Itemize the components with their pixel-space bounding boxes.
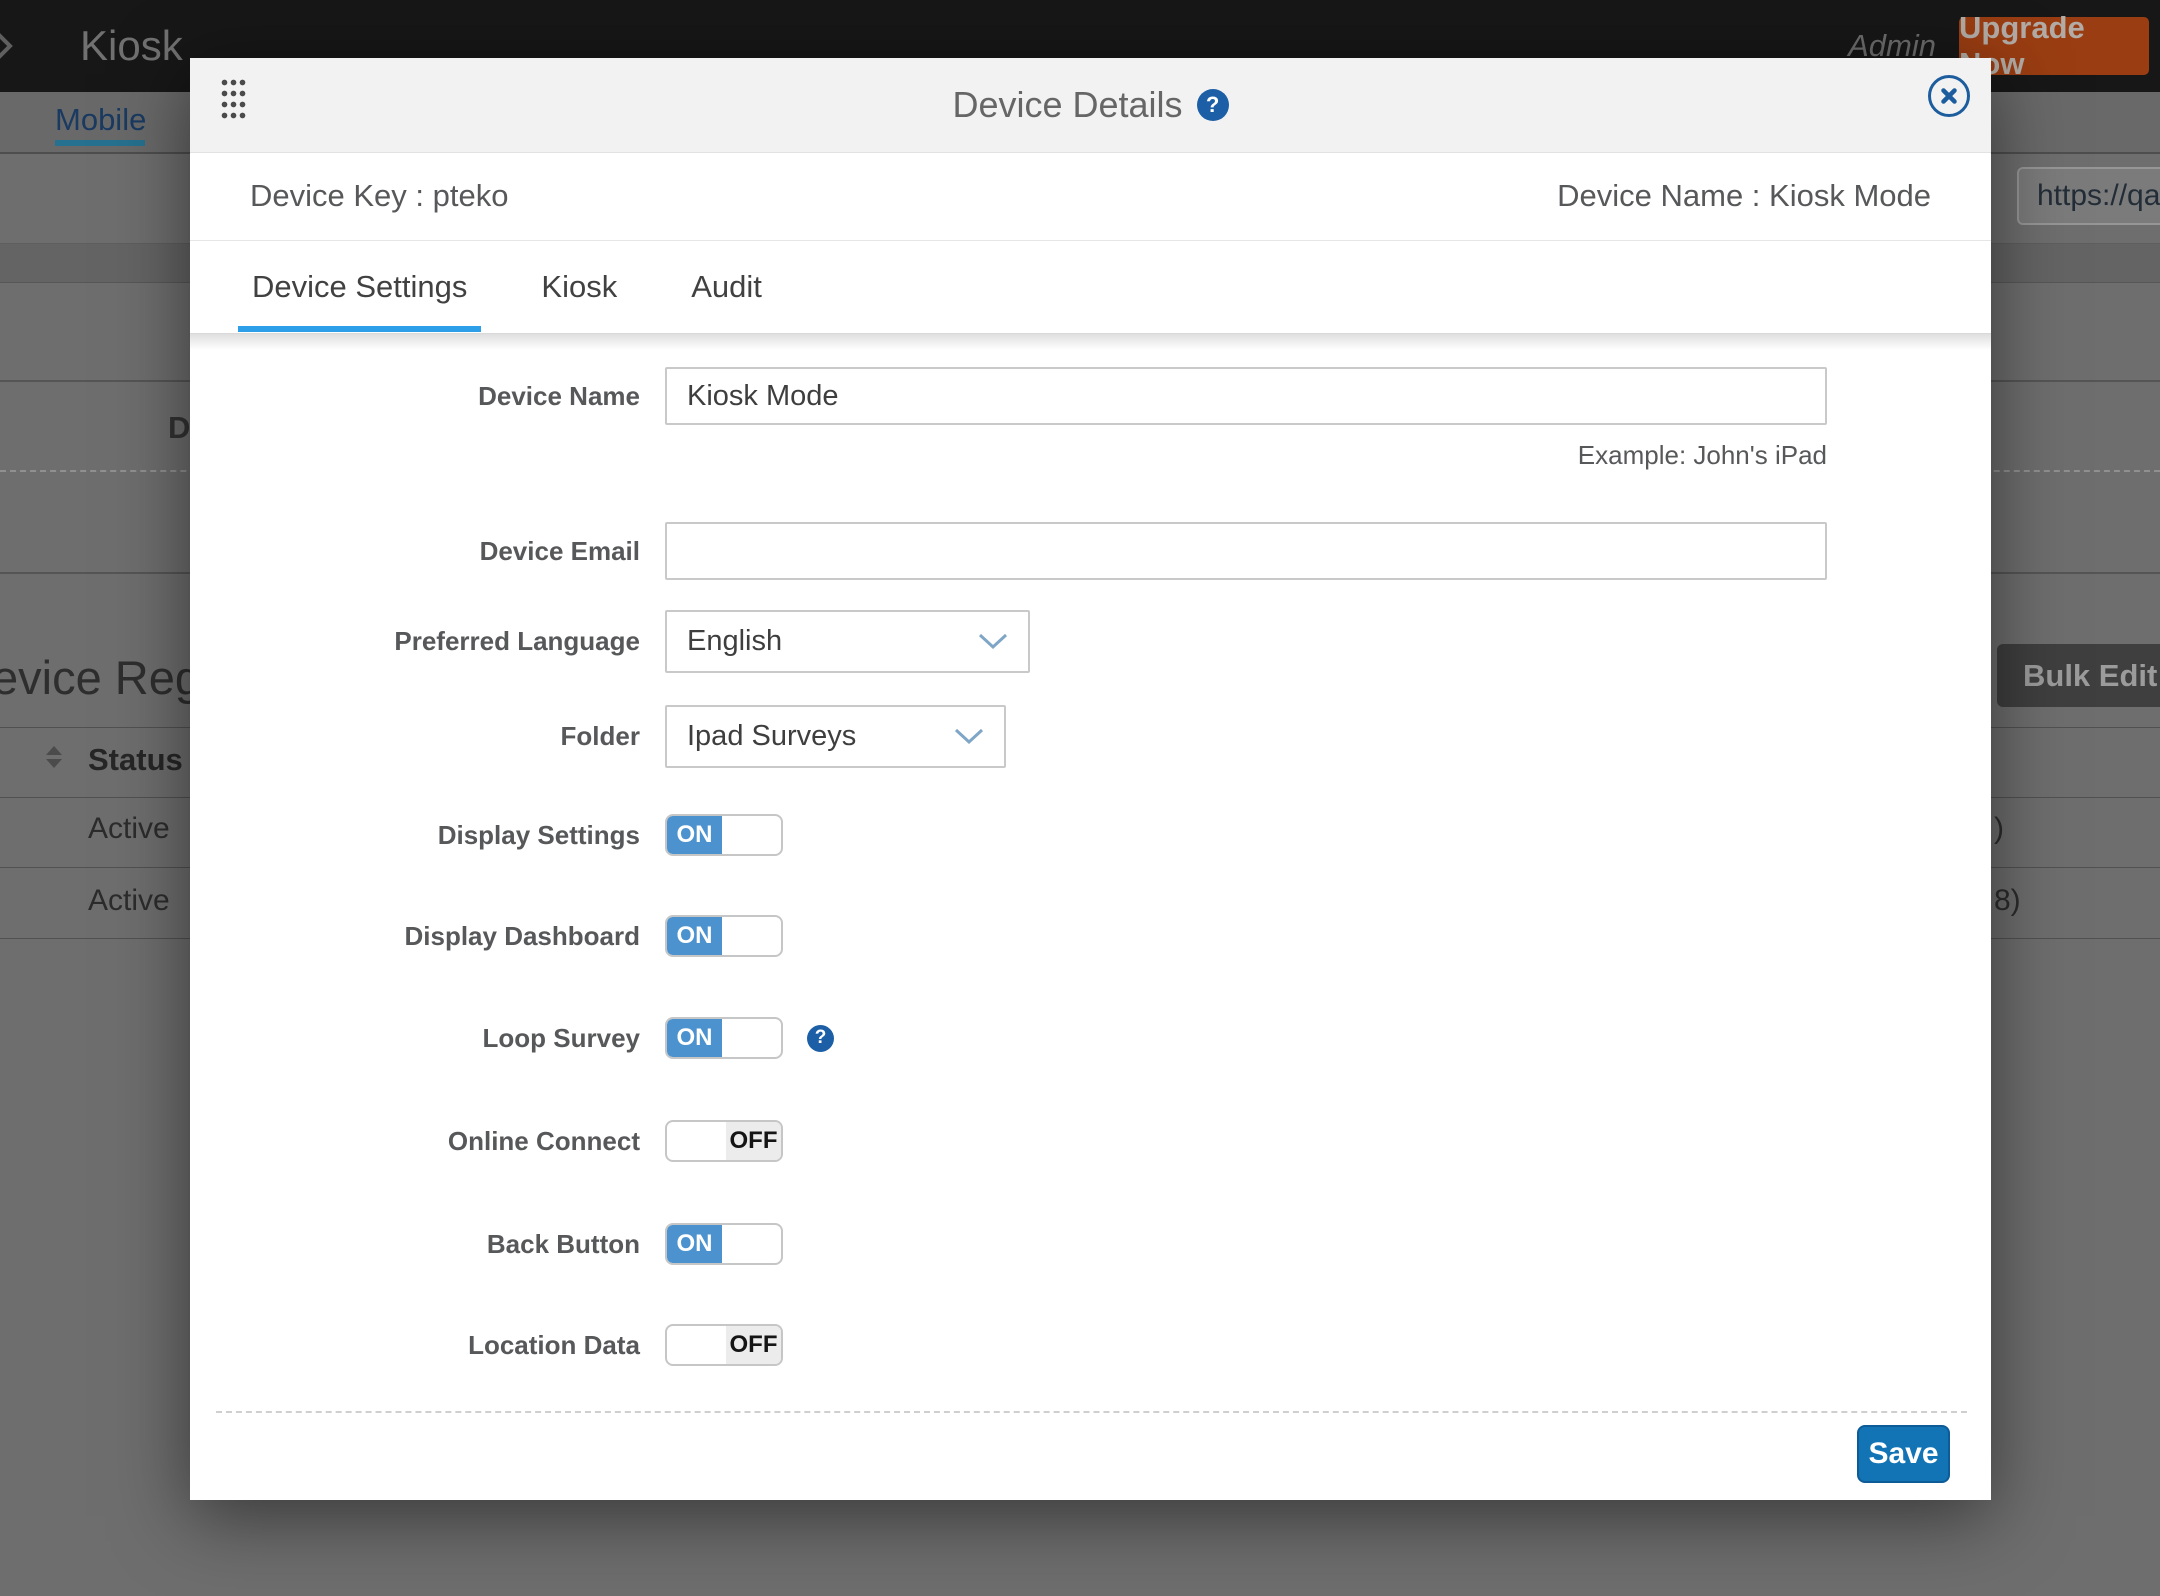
online-connect-label: Online Connect	[190, 1126, 640, 1157]
tab-mobile[interactable]: Mobile	[55, 92, 146, 144]
device-name-label: Device Name	[190, 381, 640, 412]
bulk-edit-devices-button[interactable]: Bulk Edit Dev	[1997, 644, 2160, 707]
folder-value: Ipad Surveys	[687, 720, 856, 753]
close-icon	[1940, 87, 1958, 105]
device-email-row: Device Email	[190, 522, 1991, 580]
loop-survey-row: Loop Survey ON ?	[190, 1017, 1991, 1059]
tab-audit[interactable]: Audit	[677, 240, 776, 333]
modal-tabs: Device Settings Kiosk Audit	[190, 240, 1991, 333]
page-title: Kiosk	[80, 0, 183, 92]
toggle-state-label: ON	[667, 816, 722, 854]
footer-dashed-divider	[216, 1411, 1967, 1413]
breadcrumb-chevron-icon	[0, 29, 14, 63]
preferred-language-label: Preferred Language	[190, 626, 640, 657]
back-button-toggle[interactable]: ON	[665, 1223, 783, 1265]
device-details-modal: Device Details ? Device Key : pteko Devi…	[190, 58, 1991, 1500]
tab-mobile-underline	[55, 140, 145, 146]
loop-survey-toggle[interactable]: ON	[665, 1017, 783, 1059]
status-column-header[interactable]: Status	[88, 742, 183, 778]
modal-title-area: Device Details ?	[190, 58, 1991, 152]
url-input[interactable]: https://qa.c	[2017, 167, 2160, 225]
status-cell: Active	[88, 884, 170, 918]
loop-survey-help-icon[interactable]: ?	[807, 1025, 834, 1052]
device-email-input[interactable]	[665, 522, 1827, 580]
preferred-language-row: Preferred Language English	[190, 610, 1991, 673]
preferred-language-select[interactable]: English	[665, 610, 1030, 673]
toggle-state-label: ON	[667, 1019, 722, 1057]
back-button-label: Back Button	[190, 1229, 640, 1260]
folder-row: Folder Ipad Surveys	[190, 705, 1991, 768]
tabs-shadow	[190, 334, 1991, 350]
count-fragment: )	[1994, 812, 2004, 846]
save-button[interactable]: Save	[1857, 1425, 1950, 1483]
chevron-down-icon	[954, 728, 984, 745]
online-connect-toggle[interactable]: OFF	[665, 1120, 783, 1162]
online-connect-row: Online Connect OFF	[190, 1120, 1991, 1162]
toggle-state-label: OFF	[726, 1326, 781, 1364]
location-data-label: Location Data	[190, 1330, 640, 1361]
toggle-state-label: OFF	[726, 1122, 781, 1160]
display-dashboard-row: Display Dashboard ON	[190, 915, 1991, 957]
preferred-language-value: English	[687, 625, 782, 658]
count-fragment: 8)	[1994, 884, 2021, 918]
tab-kiosk[interactable]: Kiosk	[527, 240, 631, 333]
device-name-text: Device Name : Kiosk Mode	[1557, 178, 1931, 214]
location-data-toggle[interactable]: OFF	[665, 1324, 783, 1366]
chevron-down-icon	[978, 633, 1008, 650]
display-dashboard-label: Display Dashboard	[190, 921, 640, 952]
device-name-hint: Example: John's iPad	[665, 440, 1827, 471]
display-settings-label: Display Settings	[190, 820, 640, 851]
back-button-row: Back Button ON	[190, 1223, 1991, 1265]
device-key-text: Device Key : pteko	[250, 178, 508, 214]
help-icon[interactable]: ?	[1197, 89, 1229, 121]
folder-select[interactable]: Ipad Surveys	[665, 705, 1006, 768]
device-name-input[interactable]	[665, 367, 1827, 425]
modal-title: Device Details	[952, 84, 1182, 126]
modal-header: Device Details ?	[190, 58, 1991, 153]
sort-icon[interactable]	[46, 746, 62, 768]
device-identity-row: Device Key : pteko Device Name : Kiosk M…	[190, 152, 1991, 241]
display-settings-toggle[interactable]: ON	[665, 814, 783, 856]
display-settings-row: Display Settings ON	[190, 814, 1991, 856]
device-name-row: Device Name	[190, 367, 1991, 425]
location-data-row: Location Data OFF	[190, 1324, 1991, 1366]
loop-survey-label: Loop Survey	[190, 1023, 640, 1054]
device-email-label: Device Email	[190, 536, 640, 567]
display-dashboard-toggle[interactable]: ON	[665, 915, 783, 957]
screen: Kiosk Admin Upgrade Now Mobile https://q…	[0, 0, 2160, 1596]
toggle-state-label: ON	[667, 1225, 722, 1263]
close-button[interactable]	[1928, 75, 1970, 117]
toggle-state-label: ON	[667, 917, 722, 955]
tab-device-settings[interactable]: Device Settings	[238, 240, 481, 333]
status-cell: Active	[88, 812, 170, 846]
folder-label: Folder	[190, 721, 640, 752]
